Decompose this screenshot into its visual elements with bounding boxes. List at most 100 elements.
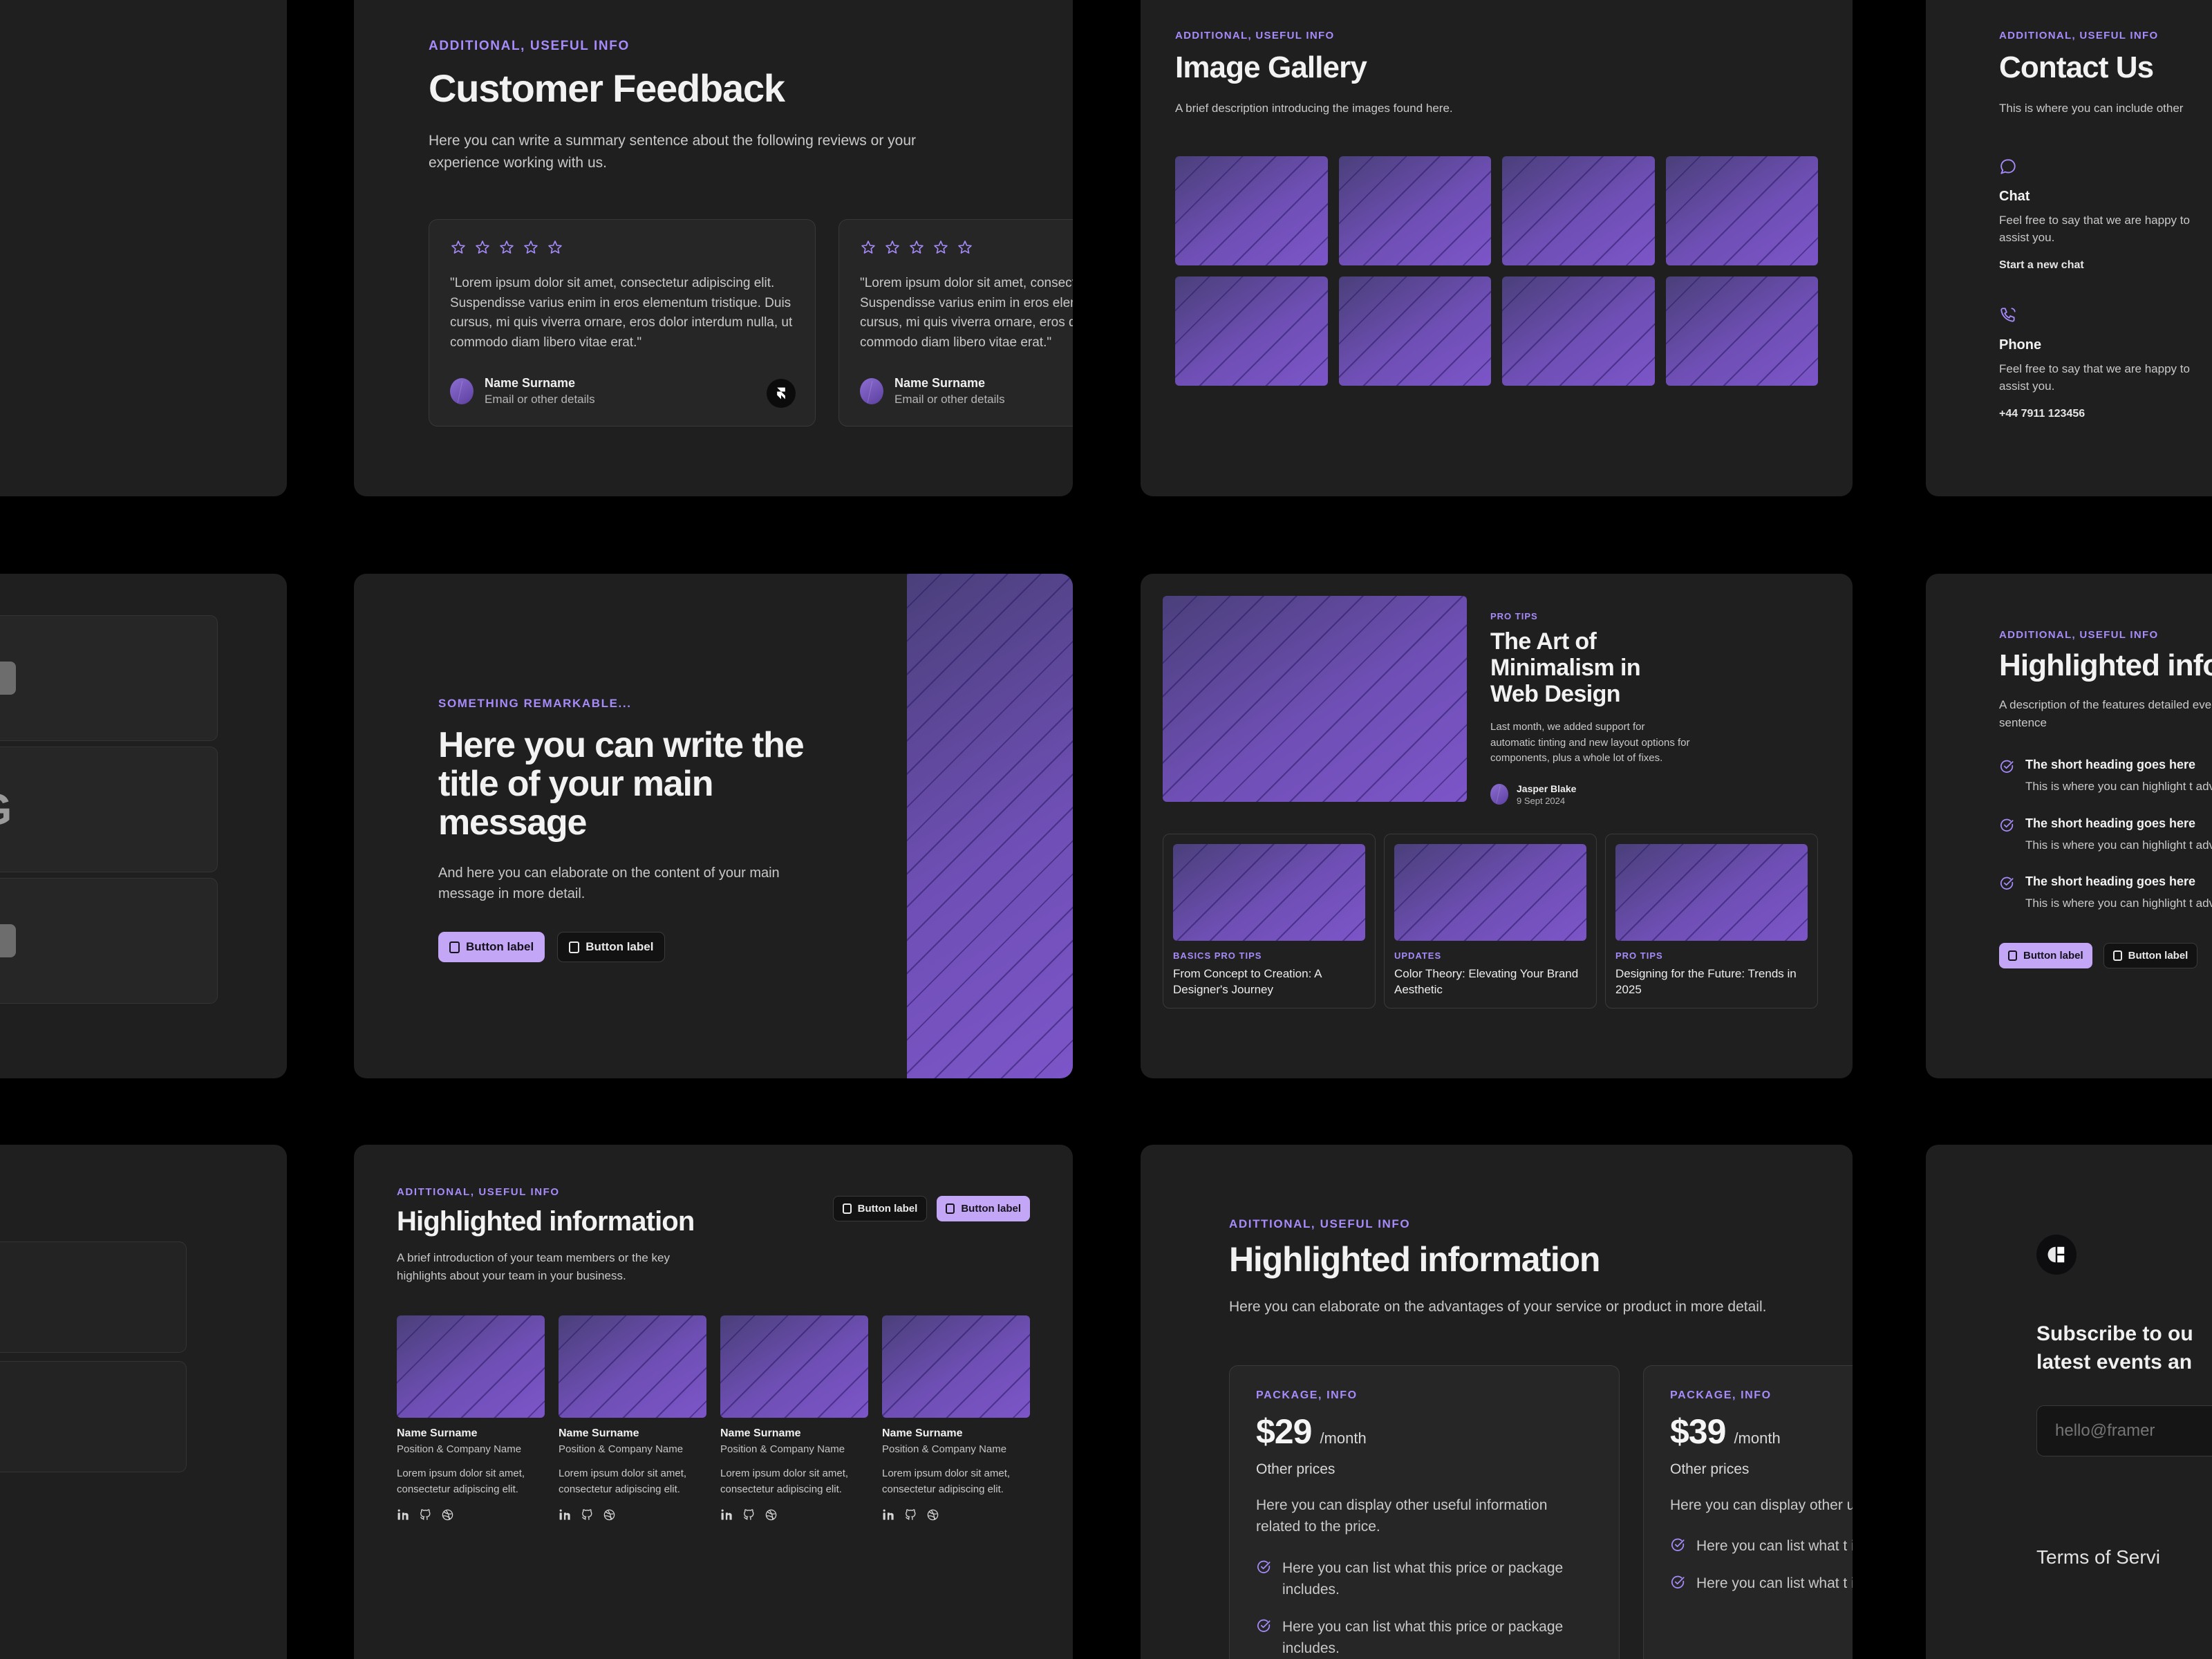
github-icon[interactable] xyxy=(419,1508,432,1521)
team-member-role: Position & Company Name xyxy=(559,1443,684,1455)
team-member-role: Position & Company Name xyxy=(720,1443,845,1455)
contact-grid: Chat Feel free to say that we are happy … xyxy=(1999,158,2212,420)
features-title: Highlighted infor xyxy=(1999,648,2212,682)
feature-item: The short heading goes here This is wher… xyxy=(1999,816,2212,854)
hero-main-secondary-button[interactable]: Button label xyxy=(557,932,666,963)
star-icon xyxy=(476,241,489,254)
linkedin-icon[interactable] xyxy=(882,1508,895,1521)
team-member-name: Name Surname xyxy=(720,1427,801,1439)
team-member-photo xyxy=(397,1315,545,1418)
blog-post-title: From Concept to Creation: A Designer's J… xyxy=(1173,966,1322,996)
hero-main-secondary-label: Button label xyxy=(585,940,654,954)
package-body: Here you can display other u related to … xyxy=(1670,1497,1853,1513)
team-primary-button[interactable]: Button label xyxy=(937,1196,1030,1221)
review-quote: "Lorem ipsum dolor sit amet, consectetur… xyxy=(450,276,793,350)
pricing-description: Here you can elaborate on the advantages… xyxy=(1229,1299,1767,1315)
team-ghost-button[interactable]: Button label xyxy=(832,1196,928,1221)
terms-of-service-link[interactable]: Terms of Servi xyxy=(2036,1546,2212,1568)
gallery-tile[interactable] xyxy=(1175,276,1328,386)
github-icon[interactable] xyxy=(904,1508,917,1521)
gallery-tile[interactable] xyxy=(1665,156,1818,265)
star-icon xyxy=(500,241,514,254)
dribbble-icon[interactable] xyxy=(603,1508,616,1521)
check-circle-icon xyxy=(2000,818,2014,832)
avatar xyxy=(450,378,474,405)
package-feature-text: Here you can list what t includes. xyxy=(1696,1575,1853,1591)
check-circle-icon xyxy=(1671,1538,1685,1551)
leaf-glyph xyxy=(0,668,5,688)
gallery-tile[interactable] xyxy=(1338,276,1491,386)
logo-cell[interactable] xyxy=(0,878,218,1004)
linkedin-icon[interactable] xyxy=(559,1508,572,1521)
package-other-prices: Other prices xyxy=(1670,1461,1750,1477)
card-newsletter: Subscribe to ou latest events an Terms o… xyxy=(1926,1145,2212,1659)
gallery-tile[interactable] xyxy=(1175,156,1328,265)
package-eyebrow: PACKAGE, INFO xyxy=(1256,1389,1358,1401)
blog-post-card[interactable]: PRO TIPS Designing for the Future: Trend… xyxy=(1605,833,1818,1009)
features-secondary-button[interactable]: Button label xyxy=(2103,942,2198,968)
logo-cell[interactable]: G xyxy=(0,747,218,872)
price-package: PACKAGE, INFO $29 /month Other prices He… xyxy=(1229,1365,1620,1659)
linkedin-icon[interactable] xyxy=(397,1508,410,1521)
gallery-tile[interactable] xyxy=(1502,276,1655,386)
team-member-photo xyxy=(720,1315,868,1418)
gallery-grid xyxy=(1141,156,1853,386)
framer-mark-icon xyxy=(2047,1246,2065,1263)
blog-featured-excerpt: Last month, we added support for automat… xyxy=(1490,721,1690,765)
faq-item[interactable]: + goes here... xyxy=(0,1361,187,1472)
square-icon xyxy=(2008,950,2017,961)
hero-main-primary-button[interactable]: Button label xyxy=(438,932,545,963)
star-rating xyxy=(450,239,794,256)
gallery-tile[interactable] xyxy=(1665,276,1818,386)
team-member: Name Surname Position & Company Name Lor… xyxy=(720,1315,868,1521)
contact-item-link[interactable]: Start a new chat xyxy=(1999,259,2193,272)
card-customer-feedback: ADDITIONAL, USEFUL INFO Customer Feedbac… xyxy=(354,0,1073,496)
star-icon xyxy=(934,241,948,254)
pricing-eyebrow: ADITTIONAL, USEFUL INFO xyxy=(1229,1217,1411,1230)
gallery-tile[interactable] xyxy=(1338,156,1491,265)
gallery-title: Image Gallery xyxy=(1175,50,1367,84)
newsletter-email-input[interactable] xyxy=(2036,1405,2212,1456)
feedback-eyebrow: ADDITIONAL, USEFUL INFO xyxy=(429,39,630,53)
github-icon[interactable] xyxy=(581,1508,594,1521)
blog-post-image xyxy=(1615,843,1808,941)
dribbble-icon[interactable] xyxy=(441,1508,454,1521)
gallery-tile[interactable] xyxy=(1502,156,1655,265)
phone-icon xyxy=(2000,308,2016,322)
dribbble-icon[interactable] xyxy=(765,1508,778,1521)
linkedin-icon[interactable] xyxy=(720,1508,733,1521)
blog-featured-image[interactable] xyxy=(1163,596,1467,802)
package-feature: Here you can list what this price or pac… xyxy=(1256,1557,1593,1601)
features-description: A description of the features detailed e… xyxy=(1999,698,2212,729)
features-primary-button[interactable]: Button label xyxy=(1999,942,2092,968)
framer-badge xyxy=(767,379,796,409)
team-member-bio: Lorem ipsum dolor sit amet, consectetur … xyxy=(397,1468,525,1495)
package-eyebrow: PACKAGE, INFO xyxy=(1670,1389,1772,1401)
hero-left-eyebrow: SOMETHING REMARKABLE... xyxy=(0,116,256,131)
team-member-bio: Lorem ipsum dolor sit amet, consectetur … xyxy=(559,1468,687,1495)
blog-featured-tag: PRO TIPS xyxy=(1490,611,1538,621)
card-contact-us: ADDITIONAL, USEFUL INFO Contact Us This … xyxy=(1926,0,2212,496)
team-member-photo xyxy=(559,1315,706,1418)
dribbble-icon[interactable] xyxy=(926,1508,939,1521)
blog-post-tags: BASICS PRO TIPS xyxy=(1173,950,1262,961)
team-member-name: Name Surname xyxy=(882,1427,963,1439)
team-member: Name Surname Position & Company Name Lor… xyxy=(559,1315,706,1521)
faq-item[interactable]: + goes here... xyxy=(0,1241,187,1353)
blog-post-image xyxy=(1394,843,1586,941)
blog-post-card[interactable]: UPDATES Color Theory: Elevating Your Bra… xyxy=(1384,833,1597,1009)
contact-item-link[interactable]: +44 7911 123456 xyxy=(1999,408,2193,420)
github-icon[interactable] xyxy=(742,1508,756,1521)
contact-description: This is where you can include other xyxy=(1999,102,2184,115)
contact-item-body: Feel free to say that we are happy to as… xyxy=(1999,362,2190,393)
hero-main-title: Here you can write the title of your mai… xyxy=(438,725,805,843)
faq-question: goes here... xyxy=(0,1310,162,1331)
check-circle-icon xyxy=(2000,760,2014,774)
blog-post-card[interactable]: BASICS PRO TIPS From Concept to Creation… xyxy=(1163,833,1376,1009)
star-icon xyxy=(861,241,875,254)
avatar xyxy=(1490,784,1508,805)
square-icon xyxy=(946,1203,955,1214)
package-period: /month xyxy=(1734,1429,1781,1447)
logo-cell[interactable] xyxy=(0,615,218,741)
review-card: "Lorem ipsum dolor sit amet, consectetur… xyxy=(838,219,1073,427)
